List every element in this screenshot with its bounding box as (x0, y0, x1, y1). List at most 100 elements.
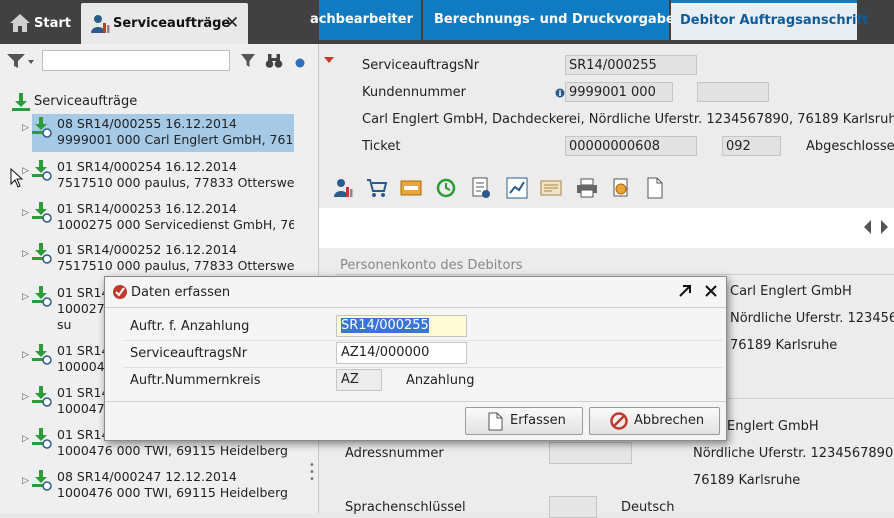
close-tab-icon[interactable]: ✕ (225, 13, 239, 33)
tab-serviceauftraege-label: Serviceaufträge (113, 16, 231, 31)
tree-item-line1: 08 SR14/000247 12.12.2014 (57, 469, 237, 484)
cart-icon[interactable] (366, 178, 388, 202)
field1-label: Auftr. f. Anzahlung (130, 319, 250, 334)
tree-item-line1: 08 SR14/000255 16.12.2014 (57, 116, 237, 131)
dialog-button-divider (105, 401, 726, 402)
tree-item[interactable]: ▷ 08 SR14/000255 16.12.2014 9999001 000 … (0, 114, 294, 152)
personenkonto-label: Personenkonto des Debitors (340, 258, 523, 273)
expand-icon[interactable]: ▷ (22, 120, 29, 136)
card-icon[interactable] (540, 180, 562, 200)
tree-item-line2: 1000275 000 Servicedienst GmbH, 76 (57, 217, 294, 232)
service-user-icon (89, 13, 111, 39)
expand-icon[interactable]: ▷ (22, 205, 29, 221)
tab-serviceauftraege[interactable]: Serviceaufträge ✕ (81, 3, 248, 44)
adressnummer-label: Adressnummer (345, 446, 444, 461)
serviceauftragsnr-input[interactable]: AZ14/000000 (336, 342, 467, 364)
sprachschluessel-field[interactable] (549, 496, 597, 518)
address-name: Englert GmbH (727, 419, 819, 434)
home-icon (9, 13, 31, 37)
kundennummer-extra-field[interactable] (697, 82, 769, 102)
document-icon (488, 412, 503, 441)
splitter-grip-icon[interactable]: • • • (309, 461, 315, 485)
tab-debitor-label: Debitor Auftragsanschrift (680, 13, 869, 28)
close-dialog-icon[interactable] (703, 283, 719, 303)
tab-scroll-right-icon[interactable] (880, 220, 888, 238)
field3-label: Auftr.Nummernkreis (130, 373, 261, 388)
tree-root-label[interactable]: Serviceaufträge (34, 94, 137, 109)
serviceauftragsnr-field[interactable]: SR14/000255 (565, 55, 697, 75)
subtab-strip (319, 208, 894, 248)
cash-icon[interactable] (400, 180, 422, 200)
kundennummer-label: Kundennummer (362, 85, 466, 100)
erfassen-button[interactable]: Erfassen (465, 407, 583, 435)
ticket-label: Ticket (362, 139, 401, 154)
order-icon (31, 159, 53, 185)
tab-debitor-auftragsanschrift[interactable]: Debitor Auftragsanschrift (671, 0, 868, 40)
expand-icon[interactable]: ▷ (22, 473, 29, 489)
filter-input[interactable] (42, 50, 230, 71)
kundennummer-field[interactable]: 9999001 000 (565, 82, 673, 102)
order-icon (31, 116, 53, 142)
dialog-title: Daten erfassen (131, 285, 231, 300)
field1-selected-text: SR14/000255 (341, 318, 429, 333)
auftr-anzahlung-field[interactable]: SR14/000255 (336, 315, 467, 337)
print-icon[interactable] (576, 178, 598, 202)
info-icon[interactable] (555, 87, 565, 102)
binoculars-icon[interactable] (265, 53, 283, 73)
expand-icon[interactable]: ▷ (22, 389, 29, 405)
tree-item[interactable]: ▷ 08 SR14/000247 12.12.2014 1000476 000 … (0, 467, 294, 505)
serviceauftragsnr-label: ServiceauftragsNr (362, 58, 480, 73)
tree-item-line1: 01 SR14/000252 16.12.2014 (57, 242, 237, 257)
blank-document-icon[interactable] (646, 177, 664, 203)
tree-item-line2: 7517510 000 paulus, 77833 Ottersweier (57, 175, 294, 190)
adressnummer-field[interactable] (549, 442, 632, 464)
tab-sachbearbeiter-label: achbearbeiter (309, 12, 413, 27)
ticket-code-field[interactable]: 092 (722, 136, 781, 156)
tab-sachbearbeiter[interactable]: achbearbeiter (310, 0, 421, 40)
order-icon (31, 427, 53, 453)
tab-start-label: Start (34, 16, 71, 31)
ticket-field[interactable]: 00000000608 (565, 136, 697, 156)
status-text: Abgeschlossen (806, 139, 894, 154)
tree-item-line2: 1000476 000 TWI, 69115 Heidelberg (57, 443, 288, 458)
cancel-icon (610, 412, 628, 440)
checklist-icon[interactable] (471, 177, 491, 203)
tree-item-line1: 01 SR14/000254 16.12.2014 (57, 159, 237, 174)
daten-erfassen-dialog: Daten erfassen Auftr. f. Anzahlung SR14/… (104, 276, 727, 441)
abbrechen-button[interactable]: Abbrechen (589, 407, 720, 435)
nummernkreis-field[interactable]: AZ (336, 369, 382, 391)
erfassen-label: Erfassen (510, 413, 566, 428)
debitor-name: Carl Englert GmbH (730, 284, 852, 299)
preview-icon[interactable] (610, 178, 632, 202)
expand-icon[interactable]: ▷ (22, 163, 29, 179)
tab-berechnungs-und-druckvorgaben[interactable]: Berechnungs- und Druckvorgaben (423, 0, 684, 40)
expand-icon[interactable]: ▷ (22, 289, 29, 305)
tree-item[interactable]: ▷ 01 SR14/000252 16.12.2014 7517510 000 … (0, 240, 294, 278)
order-icon (31, 242, 53, 268)
tree-item[interactable]: ▷ 01 SR14/000254 16.12.2014 7517510 000 … (0, 157, 294, 195)
nummernkreis-desc: Anzahlung (406, 373, 475, 388)
order-icon (31, 385, 53, 411)
tree-item[interactable]: ▷ 01 SR14/000253 16.12.2014 1000275 000 … (0, 199, 294, 237)
order-icon (31, 285, 53, 311)
expand-icon[interactable]: ▷ (22, 246, 29, 262)
address-city: 76189 Karlsruhe (693, 473, 801, 488)
address-street: Nördliche Uferstr. 1234567890 (693, 446, 894, 461)
expand-icon[interactable]: ▷ (22, 347, 29, 363)
status-dot-icon[interactable] (295, 57, 305, 72)
history-icon[interactable] (435, 177, 457, 203)
tree-item-line2: 7517510 000 paulus, 77833 Ottersweier (57, 258, 294, 273)
tree-item-line1: 01 SR14/000253 16.12.2014 (57, 201, 237, 216)
tab-scroll-left-icon[interactable] (864, 220, 872, 238)
tab-berechnungs-label: Berechnungs- und Druckvorgaben (434, 12, 685, 27)
chart-report-icon[interactable] (506, 177, 528, 203)
expand-icon[interactable]: ▷ (22, 431, 29, 447)
collapse-red-icon[interactable] (324, 54, 334, 69)
technician-icon[interactable] (332, 177, 354, 203)
expand-dialog-icon[interactable] (677, 283, 693, 303)
section-divider (335, 274, 894, 275)
funnel-icon[interactable] (240, 53, 256, 73)
tab-start[interactable]: Start (0, 3, 78, 44)
debitor-street: Nördliche Uferstr. 1234567890 (730, 311, 894, 326)
filter-dropdown-icon[interactable] (6, 52, 36, 74)
